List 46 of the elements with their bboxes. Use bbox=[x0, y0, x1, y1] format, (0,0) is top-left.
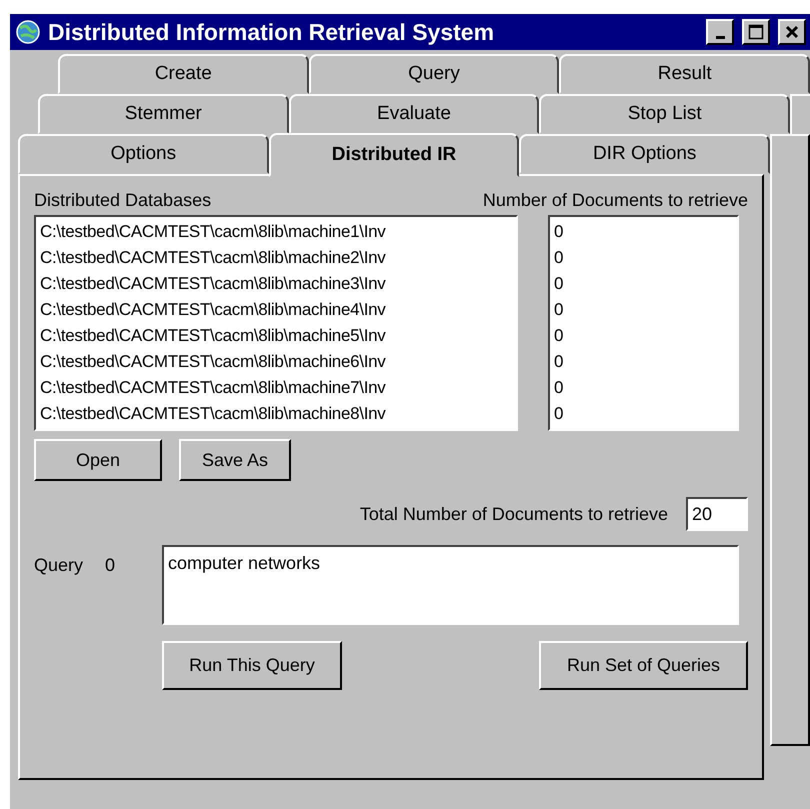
minimize-button[interactable] bbox=[706, 19, 734, 45]
database-path[interactable]: C:\testbed\CACMTEST\cacm\8lib\machine2\Inv bbox=[40, 245, 512, 271]
list-action-button[interactable]: Save As bbox=[179, 439, 291, 481]
documents-label: Number of Documents to retrieve bbox=[482, 190, 748, 211]
database-path[interactable]: C:\testbed\CACMTEST\cacm\8lib\machine3\Inv bbox=[40, 271, 512, 297]
tab[interactable]: Create bbox=[58, 54, 309, 94]
database-path[interactable]: C:\testbed\CACMTEST\cacm\8lib\machine4\Inv bbox=[40, 297, 512, 323]
document-count[interactable]: 0 bbox=[554, 297, 733, 323]
query-field[interactable]: computer networks bbox=[162, 545, 739, 625]
total-label: Total Number of Documents to retrieve bbox=[360, 504, 668, 524]
maximize-button[interactable] bbox=[742, 19, 770, 45]
close-button[interactable] bbox=[778, 19, 806, 45]
query-action-button[interactable]: Run This Query bbox=[162, 641, 342, 690]
document-count[interactable]: 0 bbox=[554, 349, 733, 375]
query-action-button[interactable]: Run Set of Queries bbox=[539, 641, 748, 690]
document-count[interactable]: 0 bbox=[554, 375, 733, 401]
minimize-icon bbox=[716, 36, 724, 38]
database-path[interactable]: C:\testbed\CACMTEST\cacm\8lib\machine8\Inv bbox=[40, 401, 512, 427]
total-field[interactable]: 20 bbox=[686, 497, 748, 531]
tab[interactable]: Distributed IR bbox=[268, 133, 520, 177]
window-title: Distributed Information Retrieval System bbox=[48, 18, 496, 46]
document-count[interactable]: 0 bbox=[554, 271, 733, 297]
tab[interactable]: Query bbox=[308, 54, 560, 94]
database-path[interactable]: C:\testbed\CACMTEST\cacm\8lib\machine7\Inv bbox=[40, 375, 512, 401]
database-path[interactable]: C:\testbed\CACMTEST\cacm\8lib\machine1\Inv bbox=[40, 219, 512, 245]
tab[interactable]: Stemmer bbox=[38, 94, 289, 134]
databases-label: Distributed Databases bbox=[34, 190, 212, 211]
document-count[interactable]: 0 bbox=[554, 219, 733, 245]
globe-icon bbox=[14, 18, 42, 46]
tab[interactable]: Result bbox=[559, 54, 810, 94]
tab[interactable]: Options bbox=[18, 134, 269, 174]
document-count[interactable]: 0 bbox=[554, 323, 733, 349]
list-action-button[interactable]: Open bbox=[34, 439, 162, 481]
query-label: Query bbox=[34, 555, 84, 576]
database-list[interactable] bbox=[34, 215, 518, 431]
query-number: 0 bbox=[105, 555, 116, 576]
database-path[interactable]: C:\testbed\CACMTEST\cacm\8lib\machine6\Inv bbox=[40, 349, 512, 375]
tab[interactable]: DIR Options bbox=[519, 134, 770, 174]
close-icon bbox=[785, 25, 799, 39]
document-count-list[interactable]: 0 0 0 0 0 0 0 0 bbox=[548, 215, 739, 431]
document-count[interactable]: 0 bbox=[554, 401, 733, 427]
maximize-icon bbox=[748, 24, 764, 40]
database-path[interactable]: C:\testbed\CACMTEST\cacm\8lib\machine5\Inv bbox=[40, 323, 512, 349]
tab[interactable]: Evaluate bbox=[288, 94, 540, 134]
document-count[interactable]: 0 bbox=[554, 245, 733, 271]
tab[interactable]: Stop List bbox=[539, 94, 790, 134]
